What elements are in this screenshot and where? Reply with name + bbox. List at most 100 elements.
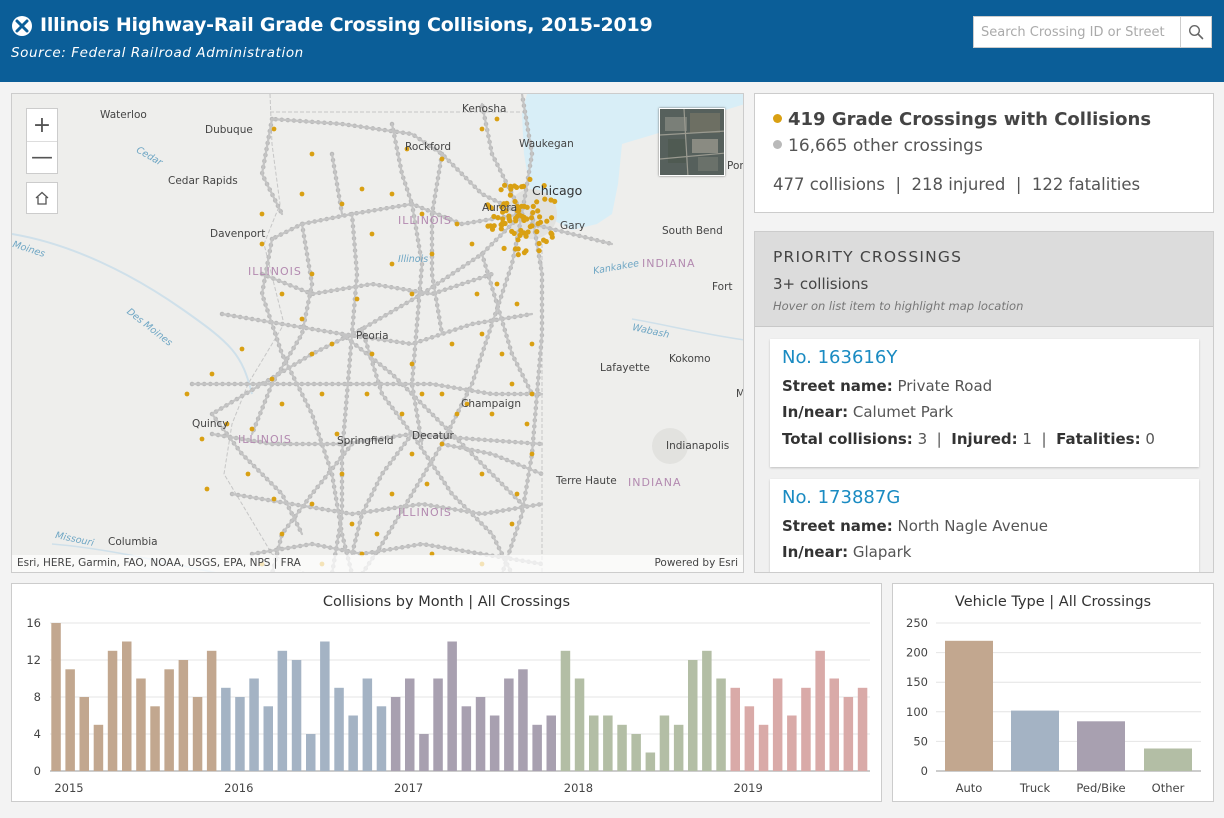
map-label: Port: [727, 160, 744, 172]
totals-summary: 477 collisions | 218 injured | 122 fatal…: [773, 175, 1141, 194]
collision-point: [479, 126, 485, 132]
collision-point: [506, 216, 512, 222]
map-label: Columbia: [108, 536, 158, 548]
collision-point: [491, 223, 497, 229]
month-bar: [489, 715, 500, 771]
collision-point: [279, 291, 285, 297]
month-bar: [730, 687, 740, 772]
rail-line: [210, 412, 304, 536]
home-button[interactable]: [26, 182, 58, 214]
y-tick-label: 8: [34, 690, 41, 704]
x-year-label: 2018: [564, 781, 593, 795]
street-value: Private Road: [892, 377, 993, 395]
map-label: Peoria: [356, 330, 389, 342]
month-bar: [518, 669, 528, 772]
street-row: Street name: North Nagle Avenue: [782, 517, 1048, 535]
month-bar: [447, 641, 457, 771]
collision-point: [339, 471, 345, 477]
month-bar: [136, 678, 146, 771]
collision-point: [259, 211, 265, 217]
month-bar: [348, 715, 358, 771]
month-bar: [192, 697, 203, 771]
collision-point: [474, 291, 480, 297]
month-bar: [532, 724, 542, 772]
state-label: ILLINOIS: [248, 265, 302, 278]
month-bar: [758, 724, 769, 772]
collision-crossings-count: 419 Grade Crossings with Collisions: [773, 109, 1151, 130]
month-bar: [320, 641, 330, 771]
month-bar: [178, 660, 189, 771]
month-bar: [150, 706, 160, 772]
month-bar: [659, 715, 670, 771]
page-subtitle: Source: Federal Railroad Administration: [11, 45, 304, 61]
zoom-out-button[interactable]: —: [27, 141, 57, 173]
collision-point: [439, 156, 445, 162]
month-bar: [475, 697, 486, 771]
month-bar: [291, 660, 302, 771]
rail-line: [440, 442, 544, 476]
search-button[interactable]: [1180, 17, 1211, 47]
collision-point: [479, 331, 485, 337]
basemap-toggle[interactable]: [659, 108, 725, 176]
y-tick-label: 250: [906, 616, 928, 630]
collision-point: [535, 208, 541, 214]
map-view[interactable]: Waterloo Dubuque Cedar Cedar Rapids Dave…: [11, 93, 744, 573]
collision-point: [498, 187, 504, 193]
x-year-label: 2019: [734, 781, 763, 795]
crossing-id: No. 163616Y: [782, 347, 898, 368]
collision-point: [502, 182, 508, 188]
y-tick-label: 100: [906, 705, 928, 719]
month-bar: [433, 678, 443, 771]
collision-point: [502, 220, 508, 227]
collision-point: [524, 216, 530, 222]
collision-point: [527, 224, 533, 230]
priority-crossing-card[interactable]: No. 173887G Street name: North Nagle Ave…: [770, 479, 1199, 572]
priority-title: PRIORITY CROSSINGS: [773, 248, 963, 266]
y-tick-label: 0: [921, 764, 928, 778]
zoom-in-button[interactable]: +: [27, 109, 57, 141]
month-bar: [65, 669, 75, 772]
month-bar: [702, 650, 712, 772]
counts-row: Total collisions: 3 | Injured: 1 | Fatal…: [782, 430, 1155, 448]
collision-point: [184, 391, 190, 397]
map-attribution: Esri, HERE, Garmin, FAO, NOAA, USGS, EPA…: [12, 555, 743, 572]
priority-crossing-card[interactable]: No. 163616Y Street name: Private Road In…: [770, 339, 1199, 467]
separator: |: [1031, 430, 1057, 448]
collision-point: [529, 341, 535, 347]
collision-point: [514, 301, 520, 307]
month-bar: [857, 687, 868, 772]
search-input[interactable]: [974, 17, 1182, 47]
x-category-label: Auto: [956, 781, 983, 795]
collision-point: [514, 184, 520, 190]
other-crossings-count: 16,665 other crossings: [773, 136, 983, 156]
month-bar: [815, 650, 825, 772]
map-label: Indianapolis: [666, 440, 730, 452]
month-bar: [122, 641, 132, 771]
collision-point: [439, 441, 445, 447]
map-label: Springfield: [337, 435, 394, 447]
state-label: ILLINOIS: [398, 506, 452, 519]
priority-crossings-panel: PRIORITY CROSSINGS 3+ collisions Hover o…: [754, 231, 1214, 573]
x-category-label: Truck: [1019, 781, 1051, 795]
other-crossings-label: 16,665 other crossings: [788, 136, 983, 156]
powered-by-link[interactable]: Powered by Esri: [654, 557, 738, 569]
near-label: In/near:: [782, 403, 849, 421]
collision-point: [500, 216, 506, 222]
state-label: ILLINOIS: [398, 214, 452, 227]
state-label: INDIANA: [642, 257, 696, 270]
collision-point: [209, 371, 215, 377]
rail-line: [269, 116, 525, 217]
month-bar: [362, 678, 373, 771]
month-bar: [221, 687, 231, 772]
collision-point: [409, 361, 415, 367]
month-bar: [277, 650, 288, 772]
collision-point: [399, 411, 405, 417]
collision-point: [529, 215, 535, 221]
rail-line: [390, 122, 414, 206]
collision-point: [469, 241, 475, 247]
y-tick-label: 16: [26, 616, 41, 630]
month-bar: [787, 715, 797, 771]
map-label: Aurora: [482, 202, 518, 214]
collision-point: [525, 229, 531, 235]
collision-point: [454, 221, 460, 227]
